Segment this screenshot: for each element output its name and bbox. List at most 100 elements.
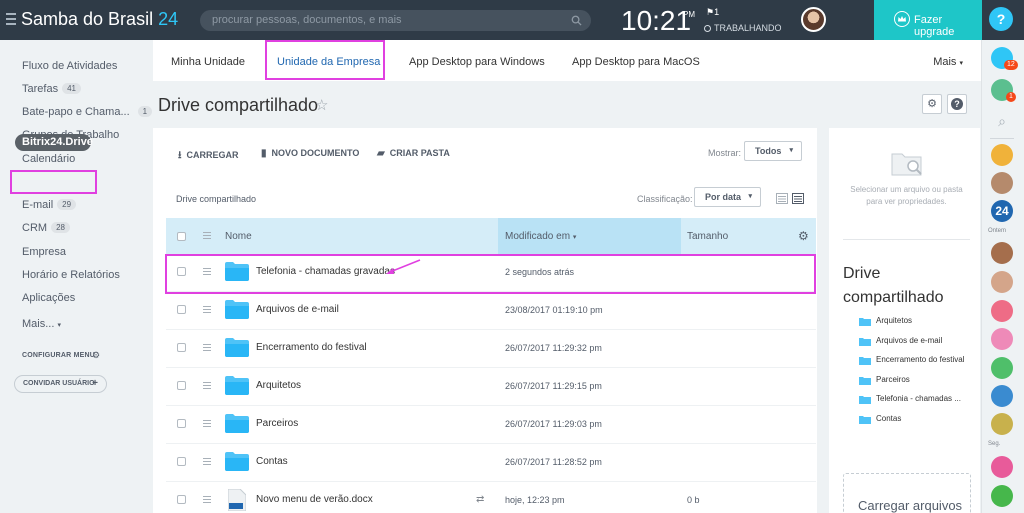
properties-folder-link[interactable]: Arquitetos (876, 316, 912, 325)
file-name-link[interactable]: Arquitetos (256, 380, 301, 391)
row-checkbox[interactable] (177, 381, 186, 390)
upgrade-button[interactable]: Fazer upgrade (874, 0, 982, 40)
invite-users-button[interactable]: CONVIDAR USUÁRIO + (14, 375, 107, 393)
grid-view-icon[interactable] (776, 193, 788, 204)
folder-icon (225, 452, 249, 471)
file-name-link[interactable]: Arquivos de e-mail (256, 304, 339, 315)
sidebar-item-label: Aplicações (22, 292, 76, 304)
file-modified: 26/07/2017 11:28:52 pm (505, 457, 602, 467)
folder-search-icon (891, 153, 922, 176)
sort-select[interactable]: Por data ▾ (694, 187, 761, 207)
column-menu-icon[interactable] (203, 232, 211, 239)
contact-avatar[interactable] (991, 144, 1013, 166)
row-checkbox[interactable] (177, 305, 186, 314)
settings-button[interactable]: ⚙ (922, 94, 942, 114)
file-name-link[interactable]: Contas (256, 456, 288, 467)
row-menu-icon[interactable] (203, 344, 211, 351)
row-menu-icon[interactable] (203, 382, 211, 389)
column-header-size[interactable]: Tamanho (687, 231, 728, 242)
flag-icon[interactable]: ⚑1 (706, 7, 719, 18)
sidebar-item-time-reports[interactable]: Horário e Relatórios (22, 269, 120, 281)
sort-label: Classificação: (637, 194, 693, 204)
upload-button[interactable]: ⭳ CARREGAR (178, 148, 239, 165)
sidebar-item-activity-stream[interactable]: Fluxo de Atividades (22, 60, 117, 72)
file-name-link[interactable]: Parceiros (256, 418, 298, 429)
folder-icon (859, 357, 871, 365)
row-checkbox[interactable] (177, 495, 186, 504)
row-checkbox[interactable] (177, 343, 186, 352)
highlight-frame (165, 254, 816, 294)
row-menu-icon[interactable] (203, 496, 211, 503)
contact-avatar[interactable] (991, 271, 1013, 293)
portal-brand[interactable]: Samba do Brasil 24 (21, 9, 178, 30)
sidebar-item-chat[interactable]: Bate-papo e Chama... 1 (22, 106, 153, 118)
sidebar-item-label: Horário e Relatórios (22, 269, 120, 281)
sidebar-item-crm[interactable]: CRM 28 (22, 222, 70, 234)
notifications-badge: 12 (1004, 60, 1018, 70)
configure-menu-link[interactable]: CONFIGURAR MENU (22, 352, 95, 359)
work-status[interactable]: TRABALHANDO (704, 23, 782, 33)
row-menu-icon[interactable] (203, 458, 211, 465)
properties-folder-link[interactable]: Arquivos de e-mail (876, 336, 942, 345)
row-checkbox[interactable] (177, 457, 186, 466)
file-name-link[interactable]: Encerramento do festival (256, 342, 367, 353)
properties-folder-link[interactable]: Telefonia - chamadas ... (876, 394, 961, 403)
user-avatar[interactable] (801, 7, 826, 32)
help-button[interactable]: ? (989, 7, 1013, 31)
breadcrumb[interactable]: Drive compartilhado (176, 194, 256, 204)
lock-icon[interactable] (991, 357, 1013, 379)
search-icon[interactable] (571, 15, 582, 26)
star-icon[interactable]: ☆ (315, 96, 328, 114)
contact-avatar[interactable] (991, 172, 1013, 194)
help-page-button[interactable]: ? (947, 94, 967, 114)
row-checkbox[interactable] (177, 419, 186, 428)
sidebar-item-tasks[interactable]: Tarefas 41 (22, 83, 81, 95)
tab-desktop-macos[interactable]: App Desktop para MacOS (572, 56, 700, 68)
sidebar-item-applications[interactable]: Aplicações (22, 292, 75, 304)
document-icon: ▮ (261, 148, 267, 159)
contact-avatar[interactable] (991, 456, 1013, 478)
contact-avatar[interactable] (991, 300, 1013, 322)
new-document-button[interactable]: ▮ NOVO DOCUMENTO (261, 148, 359, 159)
file-list-panel (153, 128, 817, 513)
contact-avatar[interactable] (991, 385, 1013, 407)
contact-avatar[interactable] (991, 328, 1013, 350)
search-input[interactable]: procurar pessoas, documentos, e mais (212, 14, 402, 26)
tab-desktop-windows[interactable]: App Desktop para Windows (409, 56, 545, 68)
tab-my-drive[interactable]: Minha Unidade (171, 56, 245, 68)
contact-avatar[interactable] (991, 413, 1013, 435)
sidebar-item-company[interactable]: Empresa (22, 246, 66, 258)
sync-icon[interactable]: ⇄ (476, 494, 484, 505)
show-filter-label: Mostrar: (708, 148, 742, 158)
properties-folder-link[interactable]: Contas (876, 414, 901, 423)
gear-icon: ⚙ (927, 98, 937, 110)
tabs-more-menu[interactable]: Mais ▾ (933, 56, 963, 68)
show-filter-select[interactable]: Todos ▾ (744, 141, 802, 161)
sidebar-item-more[interactable]: Mais... ▾ (22, 318, 61, 330)
gear-icon[interactable]: ⚙ (92, 350, 100, 361)
file-name-link[interactable]: Novo menu de verão.docx (256, 494, 373, 505)
list-view-icon[interactable] (792, 193, 804, 204)
hamburger-menu-icon[interactable] (6, 13, 16, 25)
gear-icon[interactable]: ⚙ (798, 229, 809, 243)
new-folder-button[interactable]: ▰ CRIAR PASTA (377, 148, 450, 159)
row-menu-icon[interactable] (203, 306, 211, 313)
file-modified: 26/07/2017 11:29:03 pm (505, 419, 602, 429)
phone-icon[interactable] (991, 485, 1013, 507)
counter-badge: 41 (62, 83, 81, 94)
contact-avatar[interactable] (991, 242, 1013, 264)
global-search[interactable]: procurar pessoas, documentos, e mais (200, 10, 591, 31)
properties-folder-link[interactable]: Encerramento do festival (876, 355, 965, 364)
search-icon[interactable]: ⌕ (991, 110, 1013, 132)
folder-icon (225, 376, 249, 395)
column-header-modified[interactable]: Modificado em ▾ (505, 231, 576, 242)
sidebar-item-email[interactable]: E-mail 29 (22, 199, 77, 211)
properties-folder-link[interactable]: Parceiros (876, 375, 910, 384)
column-header-name[interactable]: Nome (225, 231, 252, 242)
row-divider (166, 443, 816, 444)
sidebar-item-calendar[interactable]: Calendário (22, 153, 75, 165)
select-all-checkbox[interactable] (177, 232, 186, 241)
bitrix24-icon[interactable]: 24 (991, 200, 1013, 222)
row-menu-icon[interactable] (203, 420, 211, 427)
clock-time[interactable]: 10:21 (621, 5, 691, 37)
